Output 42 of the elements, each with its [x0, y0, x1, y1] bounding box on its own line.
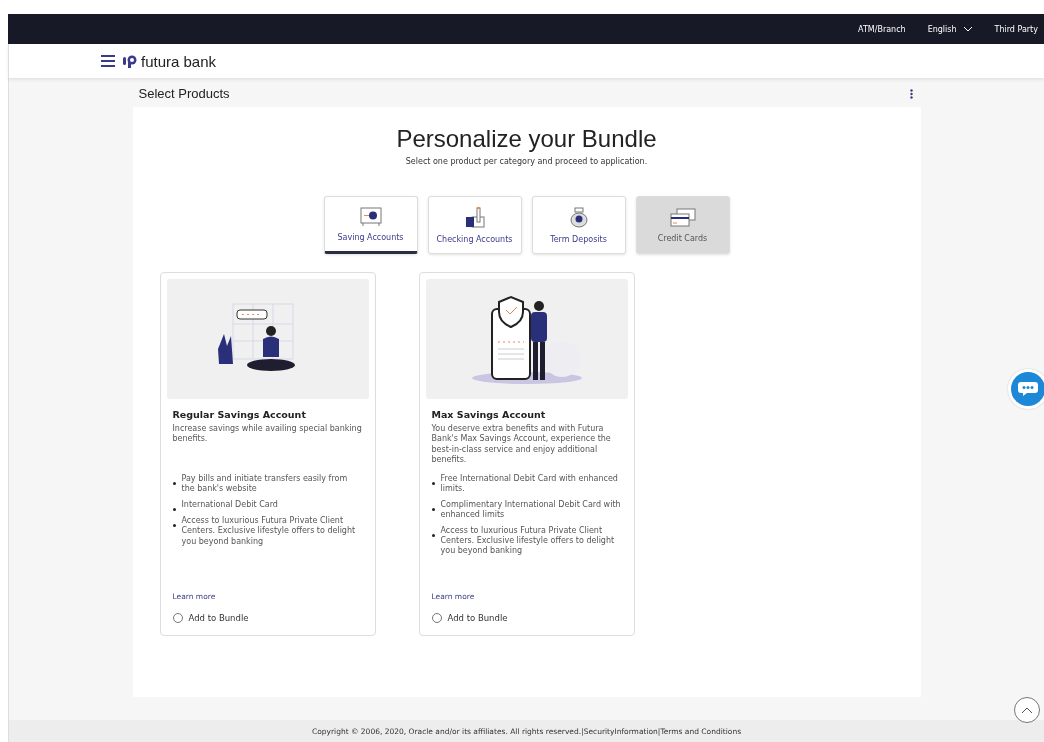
chat-bubble-icon	[1018, 381, 1038, 397]
product-description: You deserve extra benefits and with Futura Bank's Max Savings Account, experience the best-in-class service and enjoy additional benefits.	[431, 424, 612, 466]
bullet-icon	[172, 523, 176, 527]
bullet-icon	[172, 482, 176, 485]
feature-text: Pay bills and initiate transfers easily from the bank's website	[181, 474, 349, 495]
category-tab[interactable]: Term Deposits	[531, 196, 626, 254]
category-tab[interactable]: Saving Accounts	[323, 196, 418, 254]
money-bag-icon	[568, 206, 589, 229]
feature-text: Access to luxurious Futura Private Client Centers. Exclusive lifestyle offers to delight you beyond banking	[181, 515, 357, 547]
feature-text: International Debit Card	[181, 499, 278, 511]
add-to-bundle-radio[interactable]: Add to Bundle	[431, 613, 622, 623]
chevron-down-icon	[962, 26, 973, 32]
bullet-icon	[431, 482, 435, 485]
bullet-icon	[431, 533, 435, 537]
top-link[interactable]: Third Party	[994, 24, 1038, 34]
radio-label: Add to Bundle	[188, 613, 249, 623]
radio-label: Add to Bundle	[447, 613, 508, 623]
bullet-icon	[172, 507, 176, 511]
page-title: Select Products	[138, 86, 230, 101]
credit-cards-icon	[669, 207, 696, 228]
add-to-bundle-radio[interactable]: Add to Bundle	[172, 613, 363, 623]
language-dropdown[interactable]: English	[927, 24, 973, 34]
bullet-icon	[431, 507, 435, 511]
safe-icon	[359, 206, 382, 227]
cheque-pen-icon	[463, 206, 486, 229]
subheading: Select one product per category and proceed to application.	[405, 157, 648, 166]
heading: Personalize your Bundle	[396, 125, 657, 153]
product-title: Regular Savings Account	[172, 409, 307, 420]
radio-input[interactable]	[172, 613, 183, 623]
top-link[interactable]: ATM/Branch	[858, 24, 906, 34]
product-title: Max Savings Account	[431, 409, 547, 420]
chevron-up-icon	[1021, 706, 1033, 714]
feature-text: Free International Debit Card with enhanced limits.	[440, 474, 619, 495]
product-description: Increase savings while availing special banking benefits.	[172, 424, 363, 446]
menu-icon[interactable]	[101, 55, 115, 67]
category-tab[interactable]: Checking Accounts	[427, 196, 522, 254]
feature-text: Complimentary International Debit Card with enhanced limits	[440, 499, 622, 521]
brand-name: futura bank	[141, 52, 217, 70]
logo-icon	[123, 54, 137, 68]
feature-text: Access to luxurious Futura Private Client Centers. Exclusive lifestyle offers to delight you beyond banking	[440, 525, 616, 557]
more-options-icon[interactable]	[909, 88, 913, 99]
radio-input[interactable]	[431, 613, 442, 623]
